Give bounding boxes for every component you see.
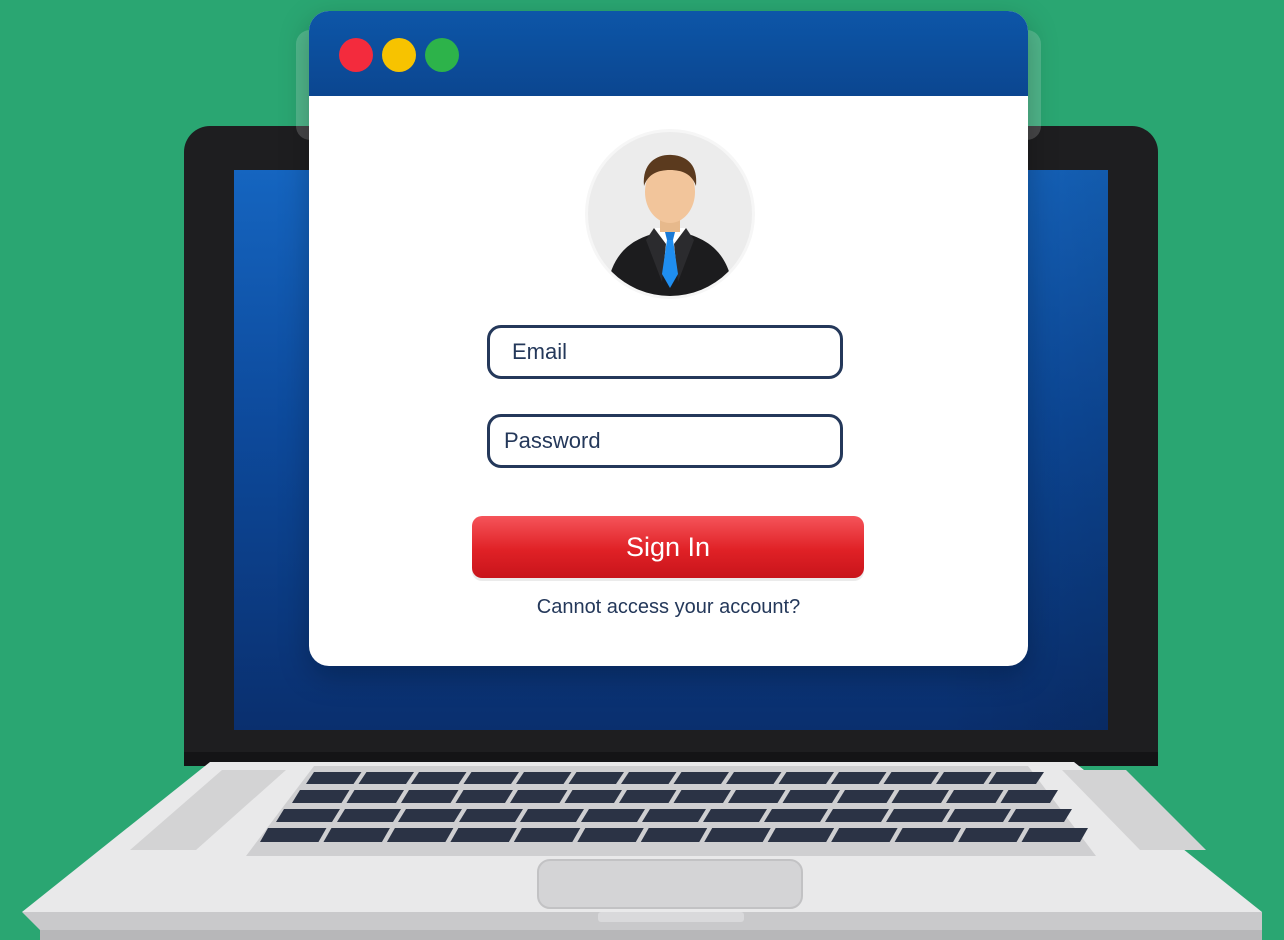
keyboard-key xyxy=(1021,828,1088,842)
keyboard-key xyxy=(958,828,1025,842)
keyboard-key xyxy=(1000,790,1058,803)
keyboard-key xyxy=(386,828,454,842)
keyboard-key xyxy=(459,809,523,822)
keyboard-key xyxy=(640,828,708,842)
keyboard-key xyxy=(346,790,404,803)
email-field[interactable]: Email xyxy=(487,325,843,379)
browser-window: Email Password Sign In Cannot access you… xyxy=(309,11,1028,666)
keyboard-key xyxy=(886,809,950,822)
keyboard-key xyxy=(358,772,414,784)
keyboard-key xyxy=(276,809,340,822)
keyboard-key xyxy=(831,772,887,784)
keyboard-key xyxy=(411,772,467,784)
close-dot-icon[interactable] xyxy=(339,38,373,72)
keyboard-key xyxy=(292,790,350,803)
keyboard-key xyxy=(673,790,731,803)
keyboard-key xyxy=(306,772,362,784)
window-titlebar xyxy=(309,11,1028,96)
keyboard-key xyxy=(513,828,581,842)
maximize-dot-icon[interactable] xyxy=(425,38,459,72)
keyboard-key xyxy=(831,828,898,842)
minimize-dot-icon[interactable] xyxy=(382,38,416,72)
keyboard-key xyxy=(728,790,786,803)
keyboard-key xyxy=(401,790,459,803)
keyboard-key xyxy=(337,809,401,822)
sign-in-label: Sign In xyxy=(625,531,711,562)
keyboard-key xyxy=(1008,809,1072,822)
keyboard-key xyxy=(946,790,1004,803)
keyboard-key xyxy=(520,809,584,822)
keyboard-key xyxy=(581,809,645,822)
keyboard-key xyxy=(564,790,622,803)
password-field[interactable]: Password xyxy=(487,414,843,468)
keyboard-key xyxy=(450,828,517,842)
trackpad xyxy=(537,859,803,909)
keyboard-key xyxy=(704,828,771,842)
keyboard-key xyxy=(947,809,1011,822)
keyboard-key xyxy=(726,772,782,784)
keyboard-key xyxy=(988,772,1044,784)
keyboard-key xyxy=(936,772,992,784)
keyboard-key xyxy=(825,809,889,822)
keyboard-key xyxy=(510,790,568,803)
keyboard-key xyxy=(764,809,828,822)
keyboard-key xyxy=(673,772,729,784)
user-avatar-icon xyxy=(585,129,755,299)
keyboard-key xyxy=(260,828,327,842)
keyboard-key xyxy=(782,790,840,803)
keyboard-key xyxy=(621,772,677,784)
keyboard-key xyxy=(891,790,949,803)
keyboard-key xyxy=(577,828,644,842)
cannot-access-account-link[interactable]: Cannot access your account? xyxy=(309,596,1028,619)
email-placeholder: Email xyxy=(512,339,568,364)
deck-notch xyxy=(598,912,744,922)
sign-in-button[interactable]: Sign In xyxy=(472,516,864,578)
keyboard-key xyxy=(894,828,962,842)
keyboard-key xyxy=(883,772,939,784)
keyboard-key xyxy=(463,772,519,784)
keyboard-key xyxy=(703,809,767,822)
keyboard-key xyxy=(323,828,390,842)
password-placeholder: Password xyxy=(504,428,601,453)
keyboard-key xyxy=(837,790,895,803)
keyboard-key xyxy=(398,809,462,822)
keyboard-key xyxy=(778,772,834,784)
keyboard-key xyxy=(642,809,706,822)
keyboard-key xyxy=(516,772,572,784)
keyboard-key xyxy=(767,828,835,842)
keyboard-key xyxy=(455,790,513,803)
keyboard-key xyxy=(568,772,624,784)
keyboard-key xyxy=(619,790,677,803)
